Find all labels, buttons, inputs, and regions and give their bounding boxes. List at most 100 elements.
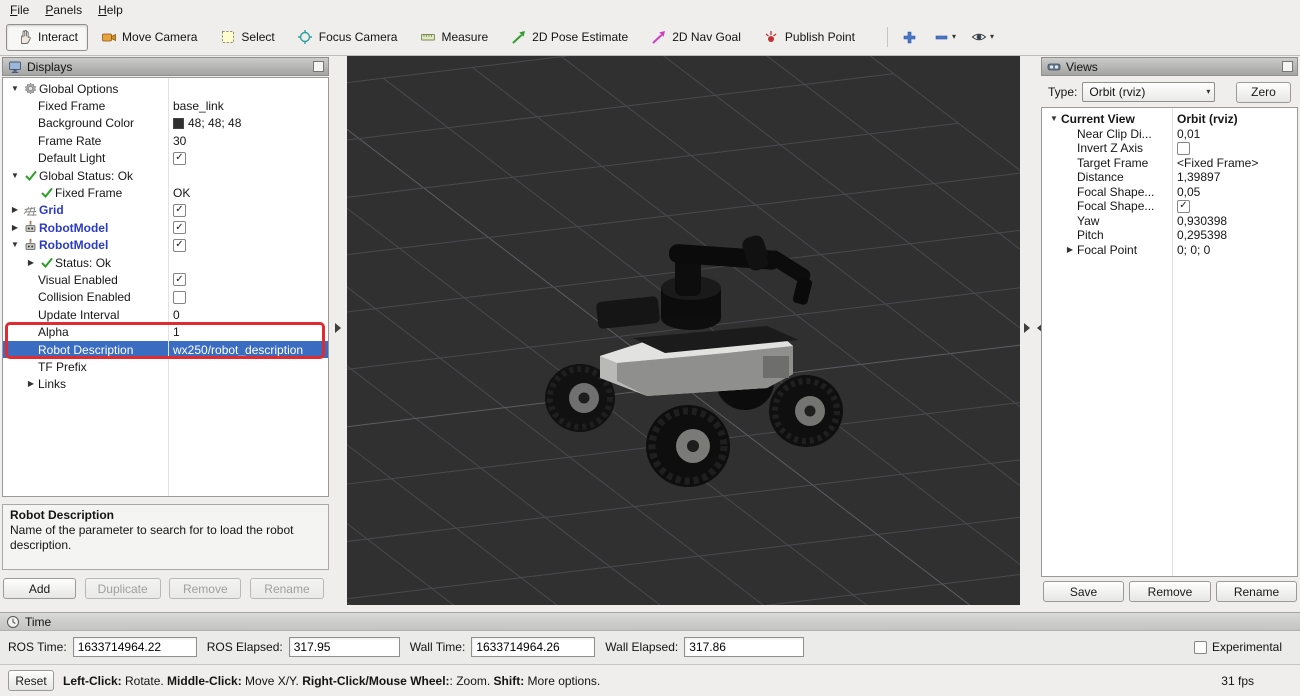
tree-row-default-light[interactable]: Default Light✓ [3, 150, 328, 167]
3d-viewport[interactable] [347, 56, 1020, 605]
tree-row-background-color[interactable]: Background Color48; 48; 48 [3, 115, 328, 132]
check-icon [38, 185, 55, 201]
add-button[interactable]: Add [3, 578, 76, 599]
wall-elapsed-input[interactable] [684, 637, 804, 657]
tool-tool-visibility-icon[interactable]: ▾ [968, 26, 997, 48]
zero-button[interactable]: Zero [1236, 82, 1291, 103]
tree-row-visual-enabled[interactable]: Visual Enabled ✓ [3, 271, 328, 288]
time-fields: ROS Time:ROS Elapsed:Wall Time:Wall Elap… [0, 631, 1300, 663]
tree-row-invert-z-axis[interactable]: Invert Z Axis [1042, 141, 1297, 156]
save-button[interactable]: Save [1043, 581, 1124, 602]
ros-time-input[interactable] [73, 637, 197, 657]
checkbox-checked[interactable]: ✓ [173, 273, 186, 286]
duplicate-button[interactable]: Duplicate [85, 578, 161, 599]
reset-button[interactable]: Reset [8, 670, 54, 691]
rename-button[interactable]: Rename [1216, 581, 1297, 602]
expand-arrow-icon[interactable]: ▶ [8, 206, 22, 214]
tree-row-collision-enabled[interactable]: Collision Enabled [3, 289, 328, 306]
remove-button[interactable]: Remove [169, 578, 241, 599]
views-panel-header[interactable]: Views [1041, 57, 1298, 76]
tool-2d-nav-goal[interactable]: 2D Nav Goal [640, 24, 751, 51]
focus-camera-icon [297, 29, 314, 45]
panel-float-button[interactable] [313, 61, 324, 72]
tool-focus-camera[interactable]: Focus Camera [287, 24, 408, 51]
tree-row-global-status-ok[interactable]: ▼Global Status: Ok [3, 167, 328, 184]
tree-row-fixed-frame[interactable]: Fixed FrameOK [3, 184, 328, 201]
collapse-arrow-icon[interactable]: ▼ [8, 241, 22, 249]
row-label: RobotModel [39, 221, 108, 235]
menu-file[interactable]: File [2, 1, 37, 19]
remove-button[interactable]: Remove [1129, 581, 1211, 602]
tool-publish-point[interactable]: Publish Point [753, 24, 865, 51]
tree-row-status-ok[interactable]: ▶Status: Ok [3, 254, 328, 271]
tree-row-fixed-frame[interactable]: Fixed Framebase_link [3, 97, 328, 114]
tree-row-focal-point[interactable]: ▶Focal Point0; 0; 0 [1042, 243, 1297, 258]
tree-row-yaw[interactable]: Yaw0,930398 [1042, 214, 1297, 229]
tool-move-camera[interactable]: Move Camera [90, 24, 207, 51]
menu-panels[interactable]: Panels [37, 1, 90, 19]
checkbox-checked[interactable]: ✓ [1177, 200, 1190, 213]
collapse-arrow-icon[interactable]: ▼ [1047, 115, 1061, 123]
tree-row-robotmodel[interactable]: ▼RobotModel✓ [3, 237, 328, 254]
tree-row-robotmodel[interactable]: ▶ RobotModel ✓ [3, 219, 328, 236]
ros-elapsed-input[interactable] [289, 637, 400, 657]
checkbox-checked[interactable]: ✓ [173, 221, 186, 234]
tree-row-global-options[interactable]: ▼Global Options [3, 80, 328, 97]
tree-row-near-clip-di[interactable]: Near Clip Di...0,01 [1042, 127, 1297, 142]
checkbox-checked[interactable]: ✓ [173, 204, 186, 217]
checkbox-checked[interactable]: ✓ [173, 152, 186, 165]
tree-row-pitch[interactable]: Pitch0,295398 [1042, 228, 1297, 243]
tool-measure[interactable]: Measure [409, 24, 498, 51]
checkbox-unchecked[interactable] [173, 291, 186, 304]
menu-help[interactable]: Help [90, 1, 131, 19]
row-value: 30 [173, 134, 186, 148]
expand-arrow-icon[interactable]: ▶ [24, 259, 38, 267]
expand-arrow-icon[interactable]: ▶ [8, 224, 22, 232]
expand-arrow-icon[interactable]: ▶ [24, 380, 38, 388]
panel-float-button[interactable] [1282, 61, 1293, 72]
wall-time-input[interactable] [471, 637, 595, 657]
tree-row-update-interval[interactable]: Update Interval0 [3, 306, 328, 323]
tree-row-target-frame[interactable]: Target Frame<Fixed Frame> [1042, 156, 1297, 171]
view-type-combo[interactable]: Orbit (rviz) ▾ [1082, 82, 1215, 102]
tree-row-focal-shape[interactable]: Focal Shape...0,05 [1042, 185, 1297, 200]
displays-panel-header[interactable]: Displays [2, 57, 329, 76]
row-label: Near Clip Di... [1077, 127, 1152, 141]
tool-add-tool-icon[interactable] [898, 26, 921, 48]
row-label: Visual Enabled [38, 273, 118, 287]
tree-row-links[interactable]: ▶Links [3, 376, 328, 393]
tree-row-robot-description[interactable]: Robot Descriptionwx250/robot_description [3, 341, 328, 358]
tree-row-alpha[interactable]: Alpha1 [3, 323, 328, 340]
tool-interact[interactable]: Interact [6, 24, 88, 51]
tree-row-current-view[interactable]: ▼Current ViewOrbit (rviz) [1042, 112, 1297, 127]
experimental-checkbox[interactable] [1194, 641, 1207, 654]
checkbox-unchecked[interactable] [1177, 142, 1190, 155]
splitter-arrow-right[interactable] [1024, 323, 1030, 333]
status-bar: Reset Left-Click: Rotate. Middle-Click: … [0, 664, 1300, 696]
time-panel-header[interactable]: Time [0, 612, 1300, 631]
remove-tool-icon [933, 29, 950, 45]
collapse-arrow-icon[interactable]: ▼ [8, 172, 22, 180]
tool-2d-pose-estimate[interactable]: 2D Pose Estimate [500, 24, 638, 51]
row-label: Current View [1061, 112, 1135, 126]
collapse-arrow-icon[interactable]: ▼ [8, 85, 22, 93]
help-segment: Left-Click: [63, 674, 122, 688]
splitter-arrow-left[interactable] [335, 323, 341, 333]
row-label: Invert Z Axis [1077, 141, 1143, 155]
tool-remove-tool-icon[interactable]: ▾ [930, 26, 959, 48]
3d-scene[interactable] [347, 56, 1020, 605]
property-help-box: Robot Description Name of the parameter … [2, 504, 329, 570]
tool-select[interactable]: Select [209, 24, 284, 51]
publish-point-icon [763, 29, 780, 45]
tree-row-distance[interactable]: Distance1,39897 [1042, 170, 1297, 185]
color-swatch[interactable] [173, 118, 184, 129]
tree-row-tf-prefix[interactable]: TF Prefix [3, 358, 328, 375]
tree-row-frame-rate[interactable]: Frame Rate30 [3, 132, 328, 149]
combo-value: Orbit (rviz) [1089, 85, 1145, 99]
checkbox-checked[interactable]: ✓ [173, 239, 186, 252]
expand-arrow-icon[interactable]: ▶ [1063, 246, 1077, 254]
tree-row-grid[interactable]: ▶Grid✓ [3, 202, 328, 219]
tree-row-focal-shape[interactable]: Focal Shape...✓ [1042, 199, 1297, 214]
help-title: Robot Description [10, 508, 321, 523]
rename-button[interactable]: Rename [250, 578, 324, 599]
